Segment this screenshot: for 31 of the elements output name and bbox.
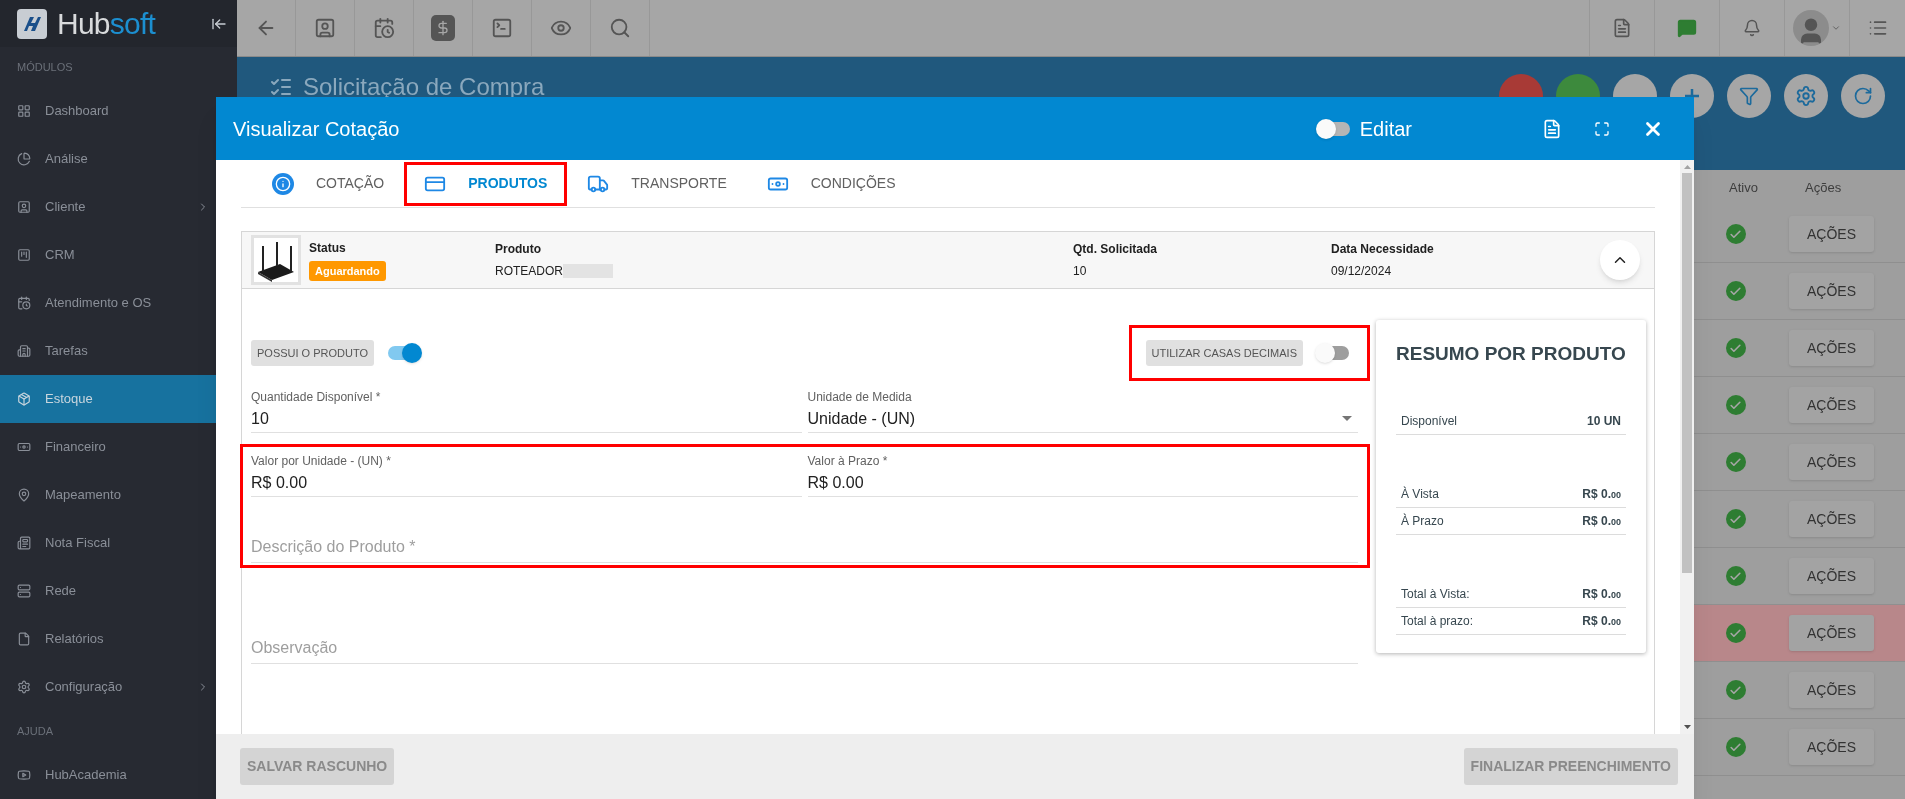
section-heading: AJUDA [16,723,55,739]
field-label: Valor à Prazo * [807,453,889,469]
column-label: Qtd. Solicitada [1073,241,1158,258]
summary-value: R$ 0.00 [1582,613,1621,630]
modal-title: Visualizar Cotação [233,116,400,142]
summary-value: 10 UN [1587,413,1621,430]
summary-label: À Vista [1401,485,1439,503]
page-title: Solicitação de Compra [303,72,545,102]
edit-label: Editar [1359,116,1412,142]
summary-label: Total à Vista: [1401,586,1470,603]
summary-value: R$ 0.00 [1582,586,1621,603]
column-label: Status [309,239,347,257]
toggle-label: POSSUI O PRODUTO [251,339,375,367]
summary-value: R$ 0.00 [1582,486,1621,503]
summary-label: À Prazo [1401,512,1444,530]
summary-value: R$ 0.00 [1582,513,1621,530]
column-value: 10 [1073,263,1088,280]
summary-title: RESUMO POR PRODUTO [1396,342,1626,366]
field-label: Quantidade Disponível * [251,389,382,405]
toggle-label: UTILIZAR CASAS DECIMAIS [1145,339,1303,367]
column-label: Data Necessidade [1331,241,1435,258]
summary-label: Total à prazo: [1401,613,1474,630]
column-label: Produto [495,241,542,258]
product-name: ROTEADOR [495,263,563,280]
field-label: Valor por Unidade - (UN) * [251,453,392,469]
section-heading: MÓDULOS [16,59,74,75]
status-badge: Aguardando [309,260,386,282]
field-label: Unidade de Medida [807,389,913,405]
summary-label: Disponível [1401,413,1458,430]
logo-text: Hubsoft [57,8,156,39]
column-value: 09/12/2024 [1331,263,1393,280]
